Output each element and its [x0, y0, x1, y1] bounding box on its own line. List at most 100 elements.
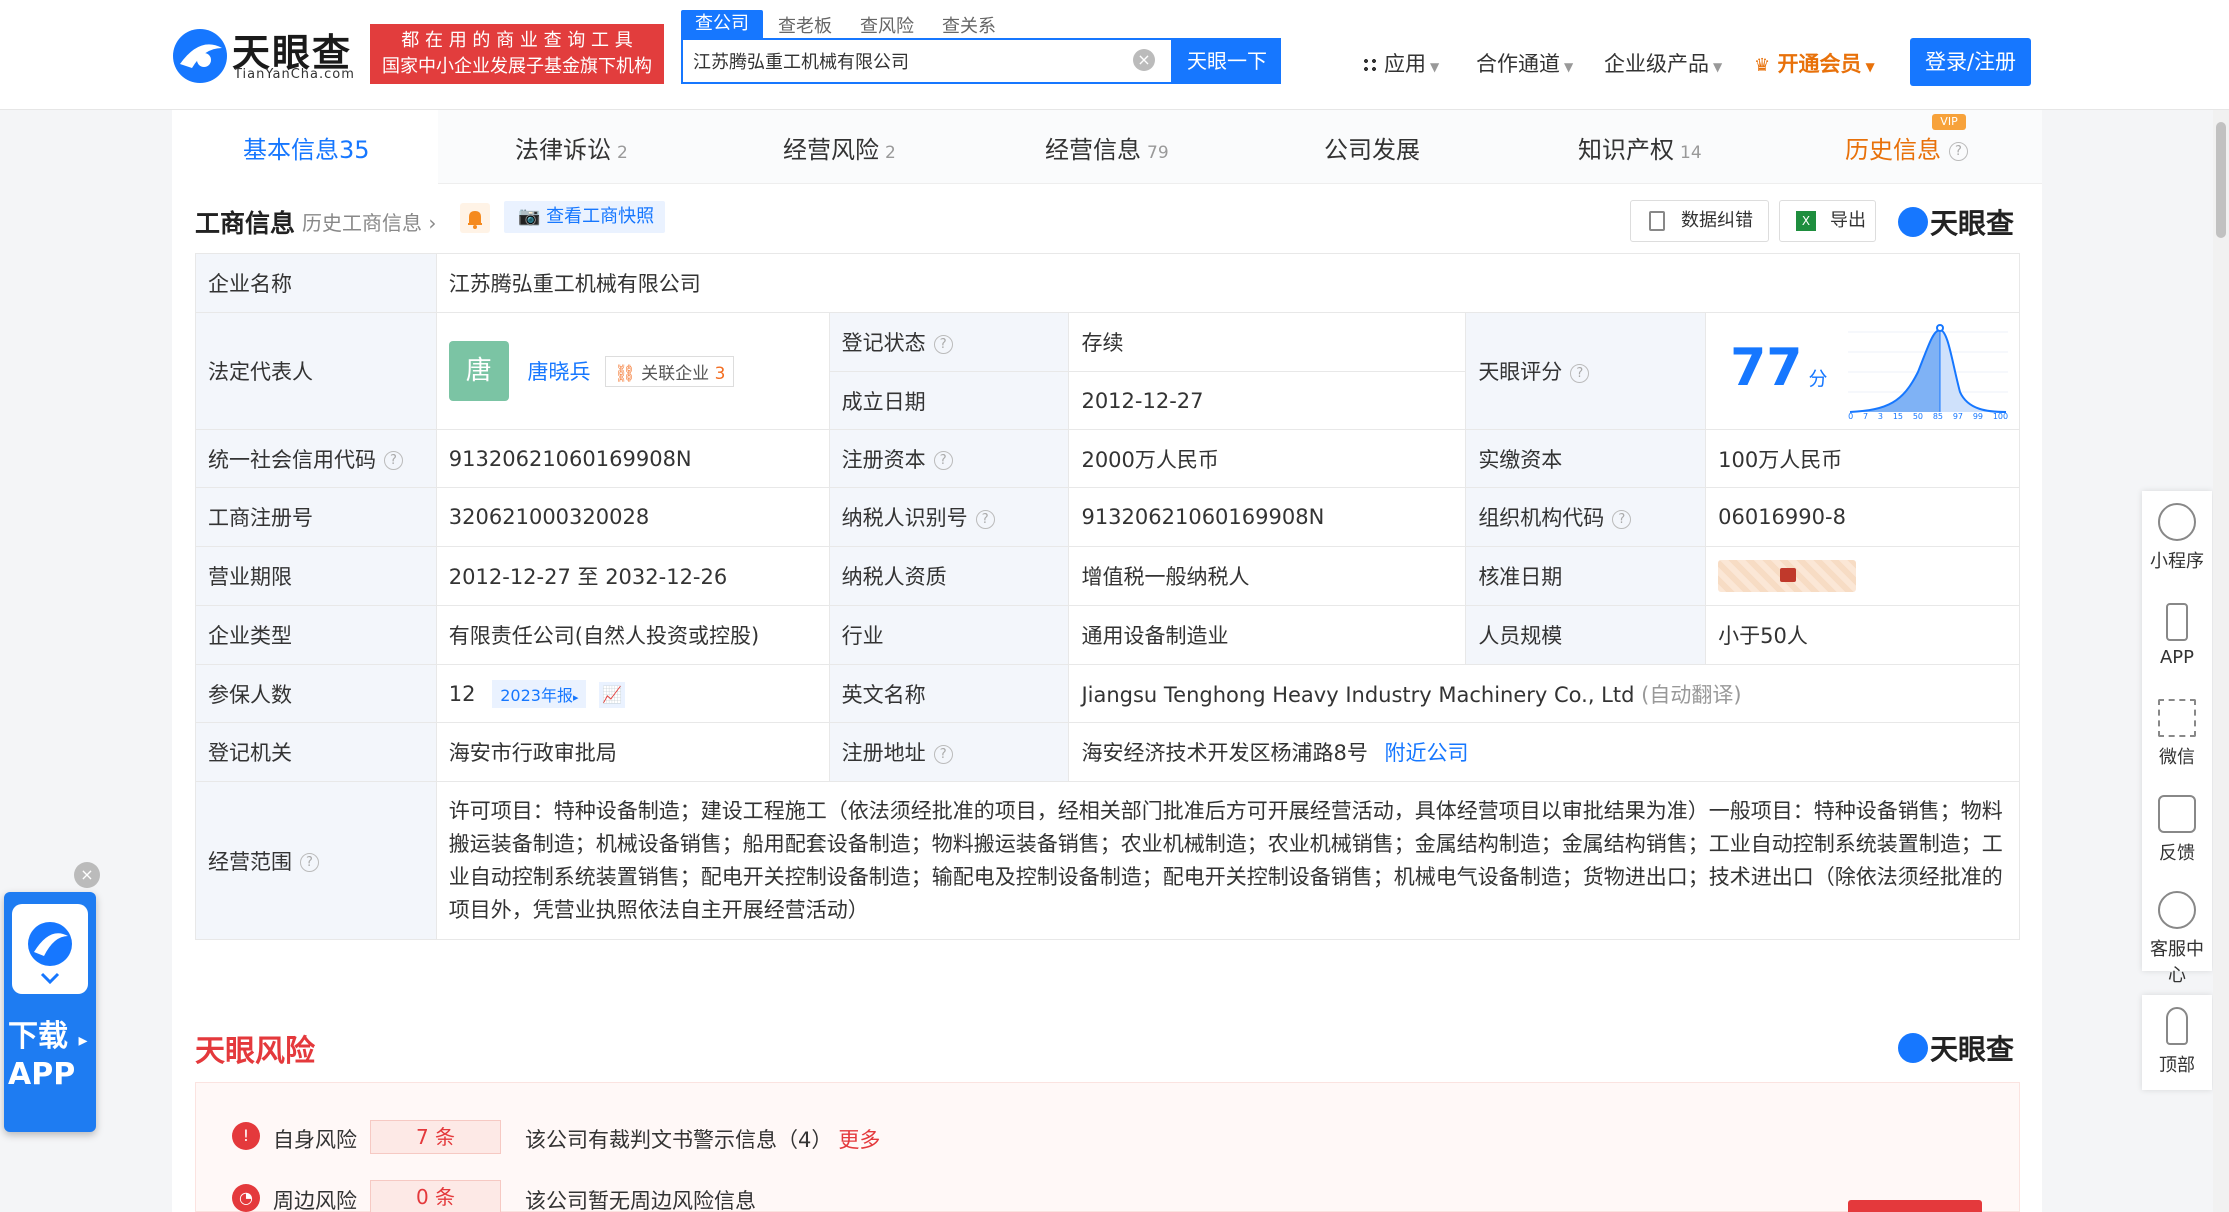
mini-program-button[interactable]: 小程序	[2142, 503, 2212, 573]
search-input[interactable]	[693, 48, 1113, 74]
legal-rep-link[interactable]: 唐晓兵	[527, 360, 590, 384]
self-risk-count[interactable]: 7 条	[370, 1120, 501, 1154]
nearby-companies-link[interactable]: 附近公司	[1385, 741, 1469, 765]
term-value: 2012-12-27 至 2032-12-26	[435, 546, 830, 606]
tab-label: 知识产权	[1578, 136, 1674, 164]
chat-icon	[2158, 795, 2196, 833]
credit-code-value: 91320621060169908N	[435, 429, 830, 488]
risk-action-button[interactable]	[1848, 1200, 1982, 1212]
authority-label: 登记机关	[195, 722, 437, 782]
score-cell[interactable]: 77 分 0 7 3 15 50 85 97 99 100	[1705, 312, 2020, 430]
history-link[interactable]: 历史工商信息 ›	[302, 207, 436, 236]
camera-icon: 📷	[518, 206, 541, 227]
phone-icon	[2166, 603, 2188, 641]
download-app-text[interactable]: 下载 ▸ APP	[8, 1020, 88, 1092]
chevron-down-icon: ▼	[1430, 60, 1440, 74]
data-correct-button[interactable]: 数据纠错	[1630, 200, 1769, 242]
nav-partner-label: 合作通道	[1476, 52, 1560, 76]
help-icon[interactable]: ?	[1949, 141, 1968, 161]
back-to-top-button[interactable]: 顶部	[2142, 1007, 2212, 1077]
locked-value[interactable]	[1718, 560, 1857, 592]
tianyancha-logo[interactable]	[170, 26, 230, 86]
help-icon[interactable]: ?	[933, 334, 953, 354]
tab-count: 35	[339, 136, 370, 164]
annual-report-tag[interactable]: 2023年报▸	[492, 679, 587, 708]
side-label: APP	[2159, 647, 2195, 668]
address-value: 海安经济技术开发区杨浦路8号	[1081, 741, 1368, 765]
tab-operating-risk[interactable]: 经营风险 2	[783, 130, 896, 165]
qrcode-icon	[2158, 699, 2196, 737]
tab-ip[interactable]: 知识产权 14	[1578, 130, 1702, 165]
brand-watermark: 天眼查	[1898, 1028, 2014, 1068]
customer-service-button[interactable]: 客服中心	[2142, 891, 2212, 987]
tab-count: 79	[1147, 143, 1169, 163]
taxpayer-value: 增值税一般纳税人	[1068, 546, 1467, 606]
snapshot-label: 查看工商快照	[546, 206, 655, 227]
reg-no-value: 320621000320028	[435, 487, 830, 547]
around-risk-count[interactable]: 0 条	[370, 1180, 501, 1212]
link-icon: ⛓	[614, 363, 636, 384]
score-tick: 97	[1952, 412, 1964, 421]
score-tick: 3	[1877, 412, 1884, 421]
scrollbar-thumb[interactable]	[2216, 122, 2226, 238]
tab-basic-info[interactable]: 基本信息35	[243, 130, 370, 165]
score-label: 天眼评分?	[1465, 312, 1707, 430]
help-icon[interactable]: ?	[933, 451, 953, 470]
search-tab-risk[interactable]: 查风险	[860, 12, 914, 38]
credit-code-label-text: 统一社会信用代码	[208, 447, 376, 472]
vip-badge: VIP	[1932, 114, 1966, 130]
search-tab-company[interactable]: 查公司	[681, 10, 763, 38]
self-risk-more-link[interactable]: 更多	[838, 1128, 880, 1152]
scrollbar-track[interactable]	[2213, 110, 2229, 1212]
score-tick: 50	[1912, 412, 1924, 421]
avatar[interactable]: 唐	[448, 341, 509, 401]
trend-chart-icon[interactable]: 📈	[599, 681, 626, 708]
tab-development[interactable]: 公司发展	[1324, 130, 1420, 165]
search-tab-relation[interactable]: 查关系	[942, 12, 996, 38]
address-label: 注册地址?	[828, 722, 1070, 782]
auto-translate-note: (自动翻译)	[1641, 682, 1742, 707]
risk-section-title: 天眼风险	[195, 1034, 315, 1069]
close-icon[interactable]: ×	[74, 862, 100, 888]
nav-vip[interactable]: ♛ 开通会员 ▼	[1754, 48, 1875, 78]
related-companies-badge[interactable]: ⛓ 关联企业 3	[605, 355, 735, 387]
rocket-icon	[2166, 1007, 2188, 1045]
export-button[interactable]: X 导出	[1779, 200, 1876, 242]
industry-value: 通用设备制造业	[1068, 605, 1467, 665]
snapshot-button[interactable]: 📷 查看工商快照	[504, 201, 665, 233]
app-button[interactable]: APP	[2142, 603, 2212, 668]
nav-apps[interactable]: 应用 ▼	[1362, 48, 1439, 78]
table-row: 工商注册号 320621000320028 纳税人识别号? 9132062106…	[195, 487, 2020, 547]
search-button[interactable]: 天眼一下	[1173, 38, 1281, 84]
help-icon[interactable]: ?	[933, 744, 953, 764]
reg-capital-value: 2000万人民币	[1068, 429, 1467, 488]
brand-watermark: 天眼查	[1898, 202, 2014, 242]
caret-right-icon: ▸	[572, 690, 579, 704]
clear-icon[interactable]: ×	[1133, 49, 1155, 71]
scope-label: 经营范围?	[195, 781, 437, 940]
tab-legal[interactable]: 法律诉讼 2	[515, 130, 628, 165]
feedback-button[interactable]: 反馈	[2142, 795, 2212, 865]
approve-date-value[interactable]	[1705, 546, 2020, 606]
org-code-label: 组织机构代码?	[1465, 487, 1707, 547]
side-label: 顶部	[2159, 1055, 2195, 1076]
help-icon[interactable]: ?	[300, 853, 319, 872]
nav-partner[interactable]: 合作通道 ▼	[1476, 48, 1573, 78]
help-icon[interactable]: ?	[1612, 509, 1632, 529]
wechat-button[interactable]: 微信	[2142, 699, 2212, 769]
tab-history[interactable]: 历史信息?	[1845, 130, 1968, 165]
tab-label: 法律诉讼	[515, 136, 611, 164]
staff-label: 人员规模	[1465, 605, 1707, 665]
tab-operating-info[interactable]: 经营信息 79	[1045, 130, 1169, 165]
login-button[interactable]: 登录/注册	[1910, 38, 2031, 86]
nav-enterprise[interactable]: 企业级产品 ▼	[1604, 48, 1722, 78]
help-icon[interactable]: ?	[384, 451, 403, 470]
tab-count: 2	[617, 143, 628, 163]
insured-label: 参保人数	[195, 664, 437, 723]
excel-icon: X	[1796, 211, 1816, 231]
score-tick: 7	[1863, 412, 1869, 421]
help-icon[interactable]: ?	[975, 509, 995, 529]
bell-icon[interactable]	[460, 203, 490, 233]
search-tab-boss[interactable]: 查老板	[778, 12, 832, 38]
help-icon[interactable]: ?	[1570, 363, 1590, 383]
